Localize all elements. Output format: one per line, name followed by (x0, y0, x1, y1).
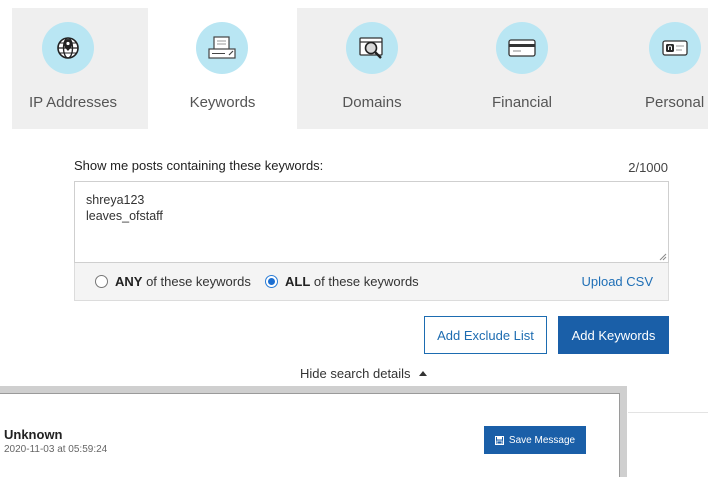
keywords-input[interactable]: shreya123 leaves_ofstaff (74, 181, 669, 263)
all-keywords-radio[interactable] (265, 275, 278, 288)
keywords-header: Show me posts containing these keywords: (74, 158, 324, 173)
keyword-count: 2/1000 (628, 160, 668, 175)
all-keywords-label[interactable]: ALL of these keywords (285, 274, 419, 289)
add-exclude-list-button[interactable]: Add Exclude List (424, 316, 547, 354)
message-card-frame: Unknown 2020-11-03 at 05:59:24 Save Mess… (0, 393, 620, 477)
upload-csv-link[interactable]: Upload CSV (581, 274, 653, 289)
tab-label: Financial (491, 94, 553, 111)
tab-label: IP Addresses (28, 94, 118, 111)
tab-financial[interactable]: Financial (447, 8, 597, 129)
hide-search-details-toggle[interactable]: Hide search details (300, 366, 427, 381)
credit-card-icon (496, 22, 548, 74)
any-keywords-radio[interactable] (95, 275, 108, 288)
message-author: Unknown (4, 427, 63, 442)
message-card: Unknown 2020-11-03 at 05:59:24 Save Mess… (0, 386, 627, 477)
id-card-icon (649, 22, 701, 74)
add-keywords-button[interactable]: Add Keywords (558, 316, 669, 354)
save-message-button[interactable]: Save Message (484, 426, 586, 454)
floppy-disk-icon (494, 435, 504, 445)
tab-personal[interactable]: Personal (597, 8, 708, 129)
tab-label: Personal (645, 94, 705, 111)
match-options: ANY of these keywords ALL of these keywo… (74, 263, 669, 301)
tab-domains[interactable]: Domains (297, 8, 447, 129)
tab-ip-addresses[interactable]: IP Addresses (0, 8, 148, 129)
tab-keywords[interactable]: Keywords (148, 8, 297, 129)
caret-up-icon (418, 371, 427, 376)
keyboard-document-icon (196, 22, 248, 74)
category-tabs: IP Addresses Keywords Domains Financial … (12, 8, 708, 129)
resize-grip-icon[interactable] (658, 252, 667, 261)
tab-label: Domains (342, 94, 402, 111)
divider (628, 412, 708, 413)
message-timestamp: 2020-11-03 at 05:59:24 (4, 444, 108, 455)
hide-details-label: Hide search details (300, 366, 411, 381)
browser-magnifier-icon (346, 22, 398, 74)
any-keywords-label[interactable]: ANY of these keywords (115, 274, 251, 289)
globe-pin-icon (42, 22, 94, 74)
save-message-label: Save Message (508, 434, 576, 446)
tab-label: Keywords (189, 94, 256, 111)
